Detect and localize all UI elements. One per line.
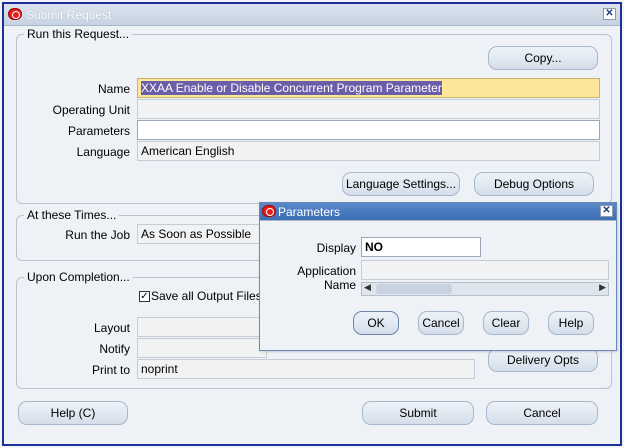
- help-button[interactable]: Help (C): [18, 401, 128, 425]
- operating-unit-field[interactable]: [137, 99, 600, 119]
- clear-button[interactable]: Clear: [483, 311, 529, 335]
- scroll-left-icon[interactable]: ◀: [364, 282, 371, 293]
- language-label: Language: [76, 145, 130, 159]
- run-job-field[interactable]: As Soon as Possible: [137, 224, 267, 244]
- name-field[interactable]: XXAA Enable or Disable Concurrent Progra…: [137, 78, 600, 98]
- horizontal-scrollbar[interactable]: ◀ ▶: [361, 282, 609, 296]
- display-field[interactable]: NO: [361, 237, 481, 257]
- display-label: Display: [316, 241, 356, 255]
- application-name-label: Application Name: [297, 264, 356, 292]
- parameters-cancel-button[interactable]: Cancel: [418, 311, 464, 335]
- scrollbar-thumb[interactable]: [376, 284, 452, 294]
- debug-options-button[interactable]: Debug Options: [474, 172, 594, 196]
- layout-field[interactable]: [137, 317, 267, 337]
- notify-label: Notify: [99, 342, 130, 356]
- name-value: XXAA Enable or Disable Concurrent Progra…: [141, 81, 442, 95]
- save-output-label: Save all Output Files: [151, 289, 262, 303]
- scroll-right-icon[interactable]: ▶: [599, 282, 606, 293]
- close-icon[interactable]: ✕: [600, 205, 613, 217]
- ok-button[interactable]: OK: [353, 311, 399, 335]
- language-field[interactable]: American English: [137, 141, 600, 161]
- language-settings-button[interactable]: Language Settings...: [342, 172, 460, 196]
- operating-unit-label: Operating Unit: [52, 103, 130, 117]
- print-to-label: Print to: [91, 363, 130, 377]
- submit-request-titlebar[interactable]: Submit Request ✕: [4, 4, 620, 26]
- parameters-help-button[interactable]: Help: [548, 311, 594, 335]
- parameters-window: Parameters ✕ Display NO Application Name…: [259, 202, 617, 351]
- copy-button[interactable]: Copy...: [488, 46, 598, 70]
- name-label: Name: [97, 82, 130, 96]
- run-request-group-label: Run this Request...: [24, 27, 133, 41]
- window-title: Submit Request: [26, 8, 112, 22]
- oracle-logo-icon: [8, 8, 22, 20]
- layout-label: Layout: [93, 321, 130, 335]
- notify-field[interactable]: [137, 338, 267, 358]
- cancel-button[interactable]: Cancel: [486, 401, 598, 425]
- parameters-title: Parameters: [278, 205, 341, 219]
- times-group-label: At these Times...: [24, 208, 120, 222]
- run-job-label: Run the Job: [65, 228, 130, 242]
- save-output-checkbox[interactable]: ✓: [139, 291, 150, 302]
- submit-button[interactable]: Submit: [362, 401, 474, 425]
- application-name-field[interactable]: [361, 260, 609, 280]
- oracle-logo-icon: [262, 205, 276, 217]
- parameters-field[interactable]: [137, 120, 600, 140]
- completion-group-label: Upon Completion...: [24, 270, 133, 284]
- print-to-field[interactable]: noprint: [137, 359, 475, 379]
- close-icon[interactable]: ✕: [603, 8, 616, 20]
- delivery-opts-button[interactable]: Delivery Opts: [488, 348, 598, 372]
- parameters-titlebar[interactable]: Parameters ✕: [260, 203, 616, 221]
- parameters-label: Parameters: [67, 124, 130, 138]
